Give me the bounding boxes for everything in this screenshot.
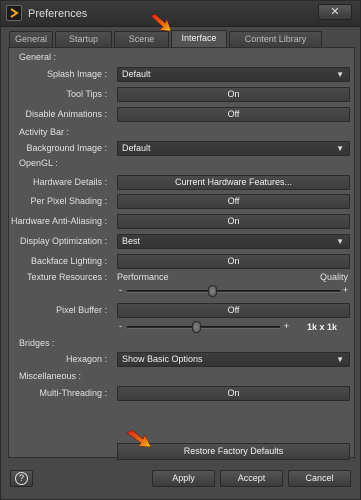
splash-image-value: Default [122, 69, 151, 79]
section-activity-bar: Activity Bar : [19, 127, 70, 137]
backface-lighting-label: Backface Lighting : [30, 256, 107, 266]
accept-button[interactable]: Accept [220, 470, 283, 487]
background-image-label: Background Image : [26, 143, 107, 153]
slider-plus: + [342, 285, 348, 295]
pixel-buffer-size: 1k x 1k [307, 322, 338, 332]
section-opengl: OpenGL : [19, 158, 58, 168]
texture-performance-label: Performance [117, 272, 169, 282]
background-image-select[interactable]: Default ▼ [117, 141, 350, 156]
hardware-anti-aliasing-label: Hardware Anti-Aliasing : [10, 216, 107, 226]
texture-resources-slider[interactable]: - + [117, 285, 350, 297]
title-bar: Preferences ✕ [1, 1, 360, 27]
hexagon-select[interactable]: Show Basic Options ▼ [117, 352, 350, 367]
section-miscellaneous: Miscellaneous : [19, 371, 82, 381]
section-general: General : [19, 52, 57, 62]
backface-lighting-toggle[interactable]: On [117, 254, 350, 269]
pixel-buffer-label: Pixel Buffer : [56, 305, 107, 315]
help-button[interactable]: ? [10, 470, 33, 487]
chevron-down-icon: ▼ [336, 70, 344, 79]
per-pixel-shading-toggle[interactable]: Off [117, 194, 350, 209]
tab-bar: General Startup Scene Interface Content … [9, 30, 354, 47]
help-icon: ? [15, 472, 28, 485]
chevron-down-icon: ▼ [336, 355, 344, 364]
footer: ? Apply Accept Cancel [1, 461, 360, 499]
pixel-buffer-slider[interactable]: - + [117, 321, 290, 333]
preferences-window: Preferences ✕ General Startup Scene Inte… [0, 0, 361, 500]
splash-image-label: Splash Image : [46, 69, 107, 79]
pixel-buffer-toggle[interactable]: Off [117, 303, 350, 318]
tab-general[interactable]: General [9, 31, 53, 47]
tool-tips-label: Tool Tips : [66, 89, 107, 99]
slider-handle[interactable] [191, 321, 201, 333]
hexagon-label: Hexagon : [65, 354, 107, 364]
tool-tips-toggle[interactable]: On [117, 87, 350, 102]
background-image-value: Default [122, 143, 151, 153]
display-optimization-value: Best [122, 236, 141, 246]
window-title: Preferences [28, 8, 88, 20]
multi-threading-label: Multi-Threading : [39, 388, 107, 398]
multi-threading-toggle[interactable]: On [117, 386, 350, 401]
disable-animations-label: Disable Animations : [25, 109, 107, 119]
hardware-details-label: Hardware Details : [32, 177, 107, 187]
per-pixel-shading-label: Per Pixel Shading : [30, 196, 107, 206]
disable-animations-toggle[interactable]: Off [117, 107, 350, 122]
texture-resources-label: Texture Resources : [26, 272, 107, 282]
texture-quality-label: Quality [319, 272, 348, 282]
slider-minus: - [119, 321, 122, 331]
interface-panel: General : Splash Image : Default ▼ Tool … [8, 47, 355, 460]
apply-button[interactable]: Apply [152, 470, 215, 487]
slider-handle[interactable] [208, 285, 218, 297]
tab-startup[interactable]: Startup [55, 31, 112, 47]
slider-track[interactable] [127, 290, 340, 293]
hardware-anti-aliasing-toggle[interactable]: On [117, 214, 350, 229]
arrow-pointer-icon [126, 429, 152, 448]
display-optimization-label: Display Optimization : [19, 236, 107, 246]
cancel-button[interactable]: Cancel [288, 470, 351, 487]
close-button[interactable]: ✕ [318, 4, 352, 20]
tab-interface[interactable]: Interface [171, 30, 227, 47]
display-optimization-select[interactable]: Best ▼ [117, 234, 350, 249]
slider-plus: + [283, 321, 289, 331]
chevron-down-icon: ▼ [336, 144, 344, 153]
slider-minus: - [119, 285, 122, 295]
splash-image-select[interactable]: Default ▼ [117, 67, 350, 82]
hardware-details-button[interactable]: Current Hardware Features... [117, 175, 350, 190]
slider-track[interactable] [127, 326, 280, 329]
arrow-pointer-icon [150, 13, 172, 32]
section-bridges: Bridges : [19, 338, 55, 348]
tab-content-library[interactable]: Content Library [229, 31, 322, 47]
app-logo-icon [6, 5, 22, 21]
chevron-down-icon: ▼ [336, 237, 344, 246]
hexagon-value: Show Basic Options [122, 354, 203, 364]
